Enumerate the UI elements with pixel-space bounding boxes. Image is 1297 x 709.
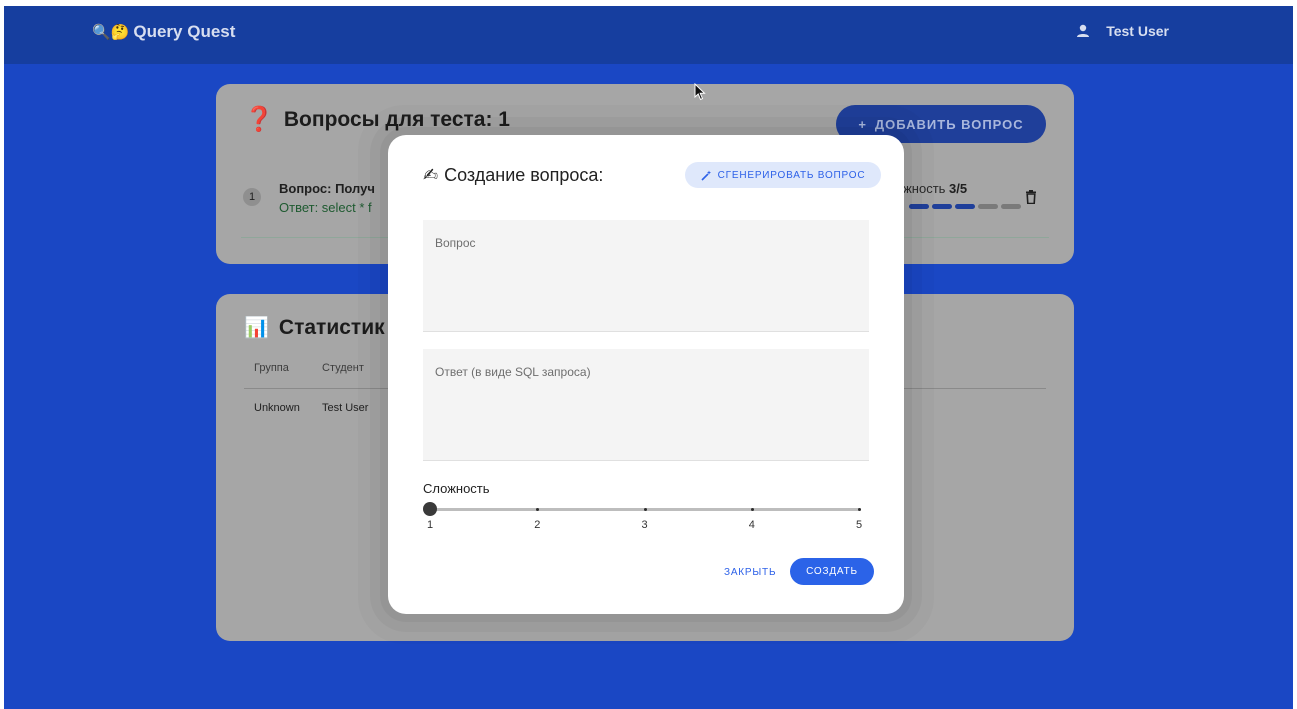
dialog-title: ✍ Создание вопроса: — [423, 165, 603, 186]
answer-input[interactable] — [435, 385, 859, 455]
slider-mark-label[interactable]: 1 — [420, 519, 440, 531]
generate-question-label: СГЕНЕРИРОВАТЬ ВОПРОС — [717, 169, 866, 181]
slider-tick — [750, 508, 754, 511]
dialog-title-text: Создание вопроса: — [444, 165, 604, 185]
create-button[interactable]: СОЗДАТЬ — [790, 558, 874, 585]
slider-tick — [858, 508, 861, 511]
create-question-dialog: ✍ Создание вопроса: СГЕНЕРИРОВАТЬ ВОПРОС… — [388, 135, 904, 614]
writing-hand-icon: ✍ — [423, 165, 439, 185]
difficulty-slider-label: Сложность — [423, 481, 490, 496]
answer-field-label: Ответ (в виде SQL запроса) — [435, 365, 591, 379]
question-field[interactable]: Вопрос — [423, 220, 869, 332]
answer-field[interactable]: Ответ (в виде SQL запроса) — [423, 349, 869, 461]
slider-tick — [643, 508, 647, 511]
difficulty-slider[interactable]: 12345 — [423, 502, 862, 548]
slider-mark-label[interactable]: 4 — [742, 519, 762, 531]
question-input[interactable] — [435, 256, 859, 326]
slider-mark-label[interactable]: 2 — [527, 519, 547, 531]
mouse-cursor-icon — [694, 83, 706, 101]
generate-question-button[interactable]: СГЕНЕРИРОВАТЬ ВОПРОС — [685, 162, 881, 188]
slider-mark-label[interactable]: 5 — [849, 519, 869, 531]
slider-mark-label[interactable]: 3 — [635, 519, 655, 531]
magic-wand-icon — [701, 170, 711, 181]
question-field-label: Вопрос — [435, 236, 476, 250]
close-button[interactable]: ЗАКРЫТЬ — [718, 560, 782, 584]
slider-thumb[interactable] — [423, 502, 437, 516]
